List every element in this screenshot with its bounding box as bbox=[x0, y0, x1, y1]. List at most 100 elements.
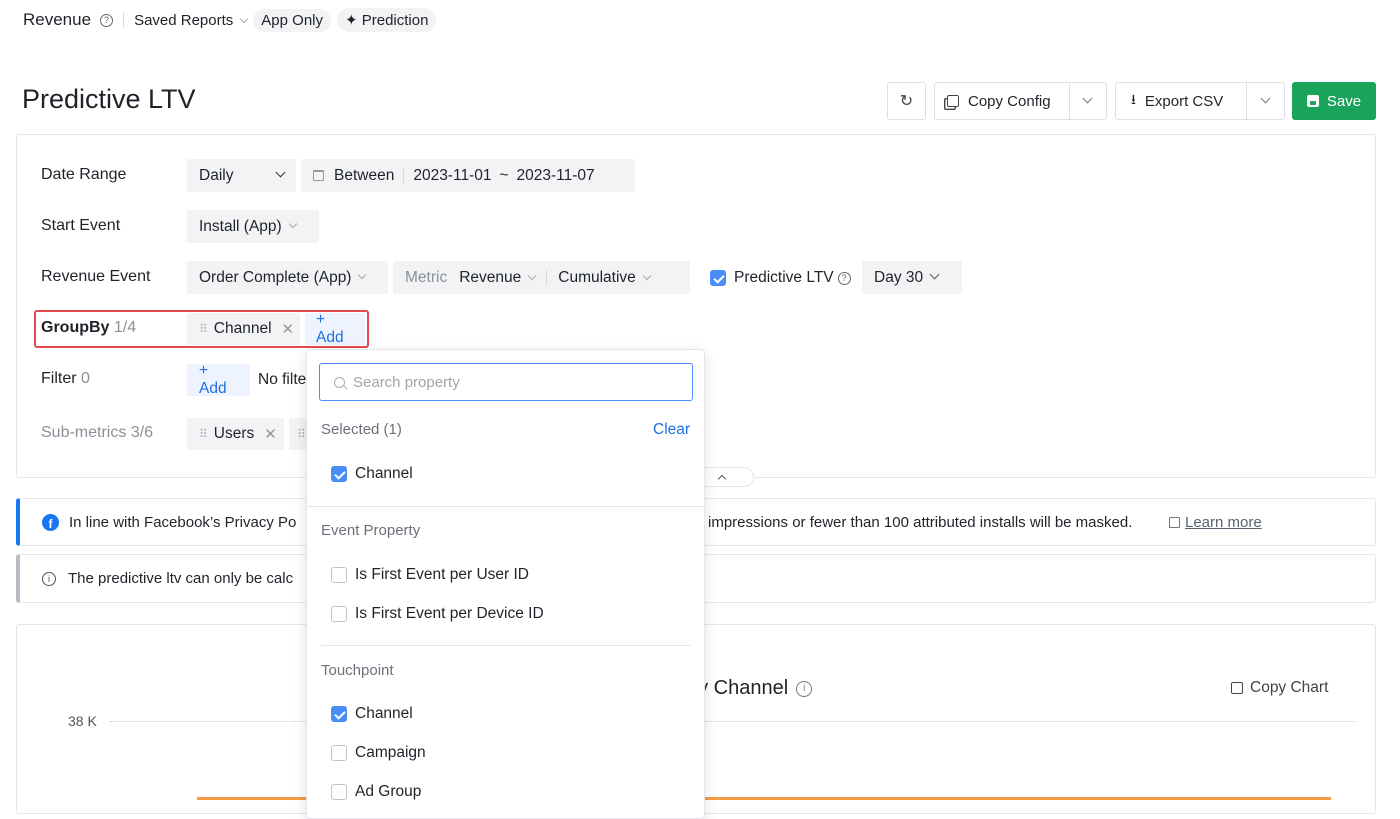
report-type-title: Revenue bbox=[23, 10, 92, 29]
copy-chart-button[interactable]: Copy Chart bbox=[1231, 679, 1328, 697]
help-icon[interactable]: ? bbox=[837, 271, 851, 285]
page-title: Predictive LTV bbox=[22, 84, 196, 114]
checkbox[interactable] bbox=[331, 784, 347, 800]
external-link-icon bbox=[1169, 517, 1180, 528]
submetric-chip-users[interactable]: ⠿ Users ✕ bbox=[187, 418, 284, 450]
learn-more-link[interactable]: Learn more bbox=[1169, 514, 1262, 531]
prediction-day-select[interactable]: Day 30 bbox=[862, 261, 962, 294]
groupby-property-dropdown: Selected (1) Clear Channel Event Propert… bbox=[306, 349, 705, 819]
prediction-label: Prediction bbox=[361, 12, 429, 29]
date-range-label: Date Range bbox=[41, 166, 127, 183]
top-bar: Revenue ? Saved Reports App Only ✦ Predi… bbox=[23, 8, 437, 32]
date-end: 2023-11-07 bbox=[516, 166, 595, 184]
drag-handle-icon[interactable]: ⠿ bbox=[297, 427, 306, 441]
checkbox[interactable] bbox=[331, 466, 347, 482]
touchpoint-ad-group[interactable]: Ad Group bbox=[331, 783, 421, 801]
submetrics-label: Sub-metrics 3/6 bbox=[41, 424, 153, 442]
chevron-down-icon bbox=[642, 271, 652, 280]
facebook-notice-text-left: In line with Facebook’s Privacy Po bbox=[69, 513, 297, 531]
chevron-down-icon bbox=[528, 271, 537, 280]
chevron-down-icon bbox=[240, 14, 249, 23]
copy-icon bbox=[1231, 682, 1243, 694]
revenue-event-select[interactable]: Order Complete (App) bbox=[187, 261, 388, 294]
save-button[interactable]: Save bbox=[1292, 82, 1376, 120]
touchpoint-campaign[interactable]: Campaign bbox=[331, 744, 426, 762]
learn-more-label: Learn more bbox=[1185, 514, 1262, 531]
checkbox[interactable] bbox=[331, 745, 347, 761]
metric-select[interactable]: Revenue bbox=[459, 268, 537, 287]
submetric-chip-partial[interactable]: ⠿ bbox=[289, 418, 306, 450]
chevron-down-icon bbox=[288, 219, 297, 228]
copy-config-button[interactable]: Copy Config bbox=[935, 83, 1069, 119]
groupby-chip-channel[interactable]: ⠿ Channel ✕ bbox=[187, 313, 300, 345]
filter-add-button[interactable]: + Add bbox=[187, 362, 250, 397]
prediction-badge[interactable]: ✦ Prediction bbox=[337, 8, 437, 32]
metric-value: Revenue bbox=[459, 268, 522, 286]
refresh-icon: ↻ bbox=[899, 93, 914, 110]
submetrics-label-text: Sub-metrics bbox=[41, 424, 127, 441]
close-icon[interactable]: ✕ bbox=[264, 425, 277, 443]
refresh-button[interactable]: ↻ bbox=[887, 82, 926, 120]
selected-item-channel[interactable]: Channel bbox=[331, 465, 413, 483]
groupby-add-button[interactable]: + Add bbox=[305, 311, 365, 346]
submetric-chip-label: Users bbox=[213, 425, 255, 442]
start-event-select[interactable]: Install (App) bbox=[187, 210, 319, 243]
filter-label-text: Filter bbox=[41, 370, 77, 387]
chart-title: by Channel i bbox=[687, 677, 813, 700]
predictive-ltv-toggle[interactable]: Predictive LTV ? bbox=[710, 269, 851, 287]
groupby-count: 1/4 bbox=[113, 319, 137, 336]
revenue-event-label: Revenue Event bbox=[41, 268, 151, 285]
date-operator: Between bbox=[334, 166, 395, 184]
item-label: Ad Group bbox=[355, 783, 422, 800]
app-only-badge[interactable]: App Only bbox=[253, 8, 331, 32]
aggregation-value: Cumulative bbox=[558, 268, 636, 286]
chevron-down-icon bbox=[275, 167, 286, 178]
prediction-day-value: Day 30 bbox=[874, 268, 924, 286]
gridline bbox=[110, 721, 1356, 722]
close-icon[interactable]: ✕ bbox=[282, 320, 295, 338]
predictive-ltv-label: Predictive LTV bbox=[734, 269, 834, 286]
date-range-picker[interactable]: Between 2023-11-01 ~ 2023-11-07 bbox=[301, 159, 635, 192]
calendar-icon bbox=[313, 170, 324, 181]
copy-config-menu-button[interactable] bbox=[1068, 83, 1107, 119]
checkbox[interactable] bbox=[331, 606, 347, 622]
divider bbox=[307, 506, 705, 507]
predictive-info-text: The predictive ltv can only be calc bbox=[68, 570, 294, 587]
chevron-down-icon bbox=[929, 269, 940, 280]
item-label: Channel bbox=[355, 705, 413, 722]
chevron-up-icon bbox=[717, 474, 727, 484]
clear-button[interactable]: Clear bbox=[653, 421, 690, 439]
export-csv-button[interactable]: ⭳ Export CSV bbox=[1116, 83, 1246, 119]
event-property-first-event-device[interactable]: Is First Event per Device ID bbox=[331, 605, 544, 623]
checkbox[interactable] bbox=[331, 567, 347, 583]
date-start: 2023-11-01 bbox=[413, 166, 492, 184]
event-property-first-event-user[interactable]: Is First Event per User ID bbox=[331, 566, 529, 584]
filter-label: Filter 0 bbox=[41, 370, 90, 388]
help-icon[interactable]: ? bbox=[100, 13, 114, 27]
touchpoint-channel[interactable]: Channel bbox=[331, 705, 413, 723]
drag-handle-icon[interactable]: ⠿ bbox=[199, 322, 208, 336]
filter-count: 0 bbox=[81, 370, 90, 387]
predictive-ltv-checkbox[interactable] bbox=[710, 270, 726, 286]
drag-handle-icon[interactable]: ⠿ bbox=[199, 427, 208, 441]
export-csv-label: Export CSV bbox=[1144, 92, 1224, 110]
revenue-event-value: Order Complete (App) bbox=[199, 268, 352, 286]
granularity-select[interactable]: Daily bbox=[187, 159, 296, 192]
saved-reports-label: Saved Reports bbox=[134, 11, 234, 29]
save-icon bbox=[1306, 95, 1319, 107]
y-axis-tick: 38 K bbox=[68, 713, 97, 729]
info-icon[interactable]: i bbox=[796, 680, 813, 697]
item-label: Is First Event per Device ID bbox=[355, 605, 544, 622]
groupby-label: GroupBy 1/4 bbox=[41, 319, 136, 337]
checkbox[interactable] bbox=[331, 706, 347, 722]
divider bbox=[403, 167, 405, 184]
facebook-notice-text-right: impressions or fewer than 100 attributed… bbox=[708, 514, 1133, 531]
export-csv-menu-button[interactable] bbox=[1245, 83, 1284, 119]
search-input[interactable] bbox=[353, 373, 653, 391]
saved-reports-dropdown[interactable]: Saved Reports bbox=[134, 11, 249, 29]
property-search[interactable] bbox=[319, 363, 693, 401]
chevron-down-icon bbox=[358, 270, 367, 279]
metric-select-group: Metric Revenue Cumulative bbox=[393, 261, 690, 294]
aggregation-select[interactable]: Cumulative bbox=[558, 268, 652, 287]
info-icon: i bbox=[42, 571, 56, 586]
